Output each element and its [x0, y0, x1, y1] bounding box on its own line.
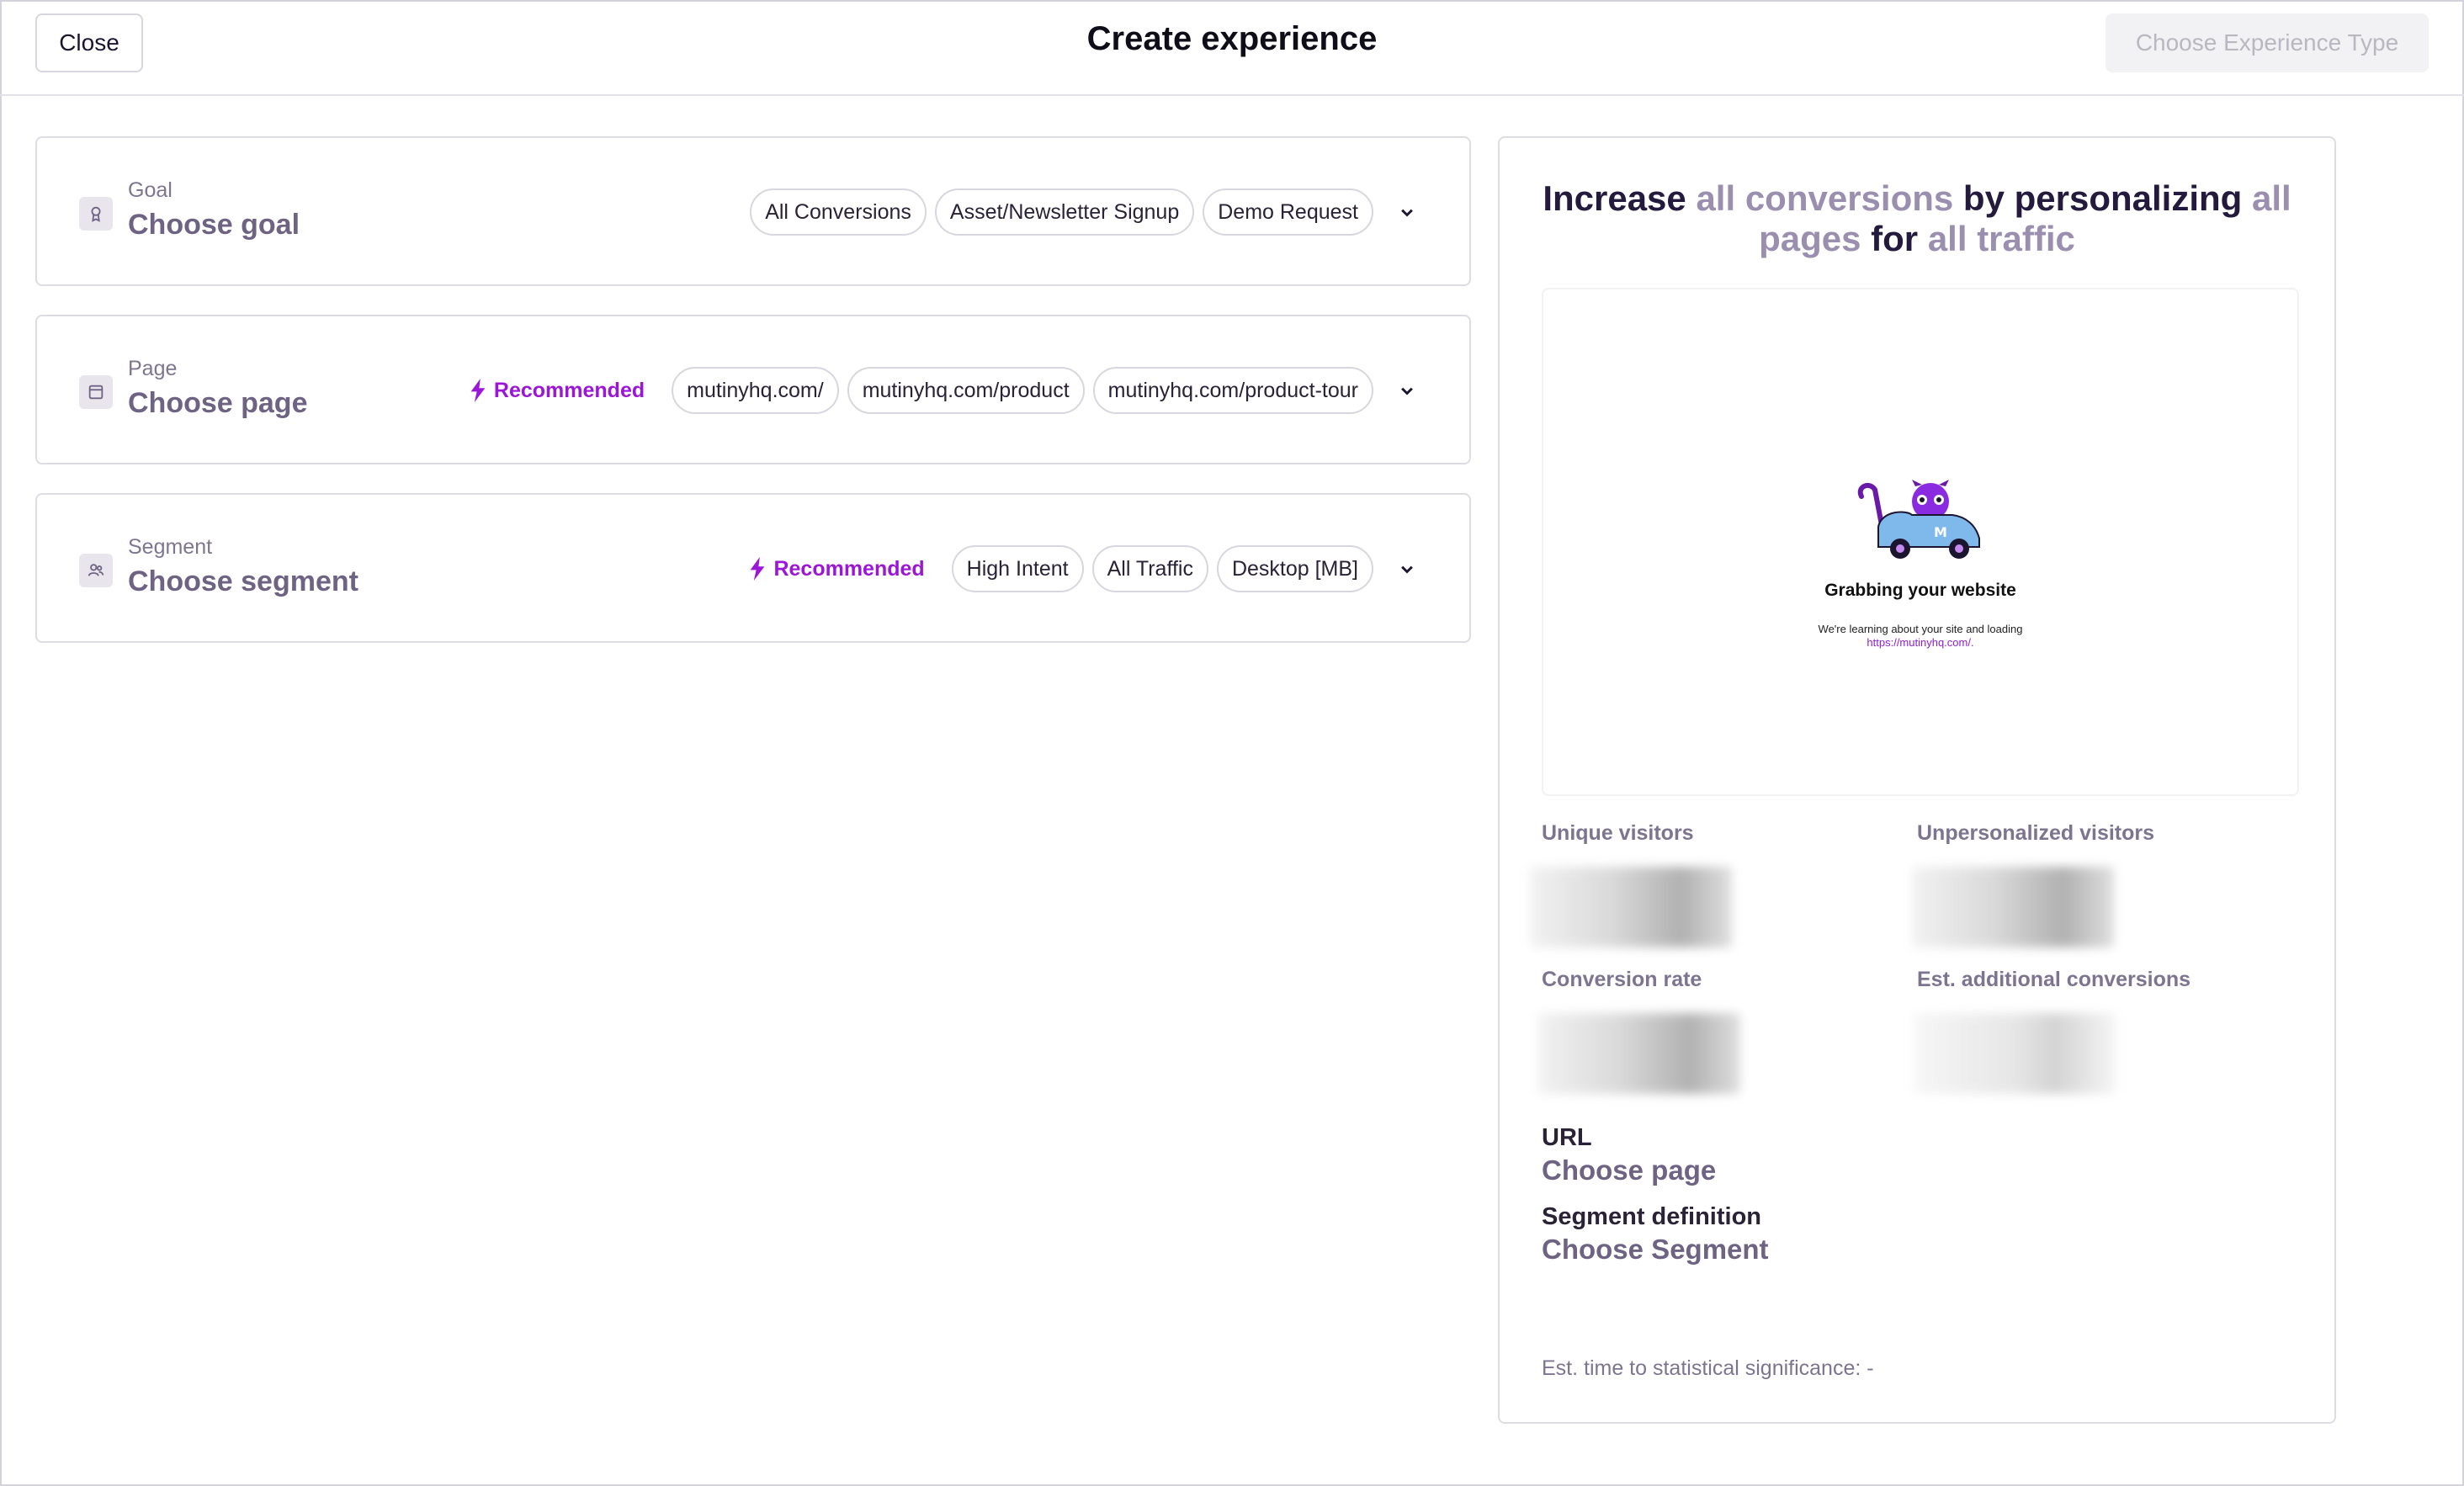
- segment-label: Segment: [128, 535, 213, 559]
- est-additional-conversions-label: Est. additional conversions: [1917, 968, 2191, 991]
- page-chip[interactable]: mutinyhq.com/product: [847, 367, 1085, 414]
- segment-chip[interactable]: High Intent: [951, 545, 1084, 592]
- lightning-icon: [470, 379, 486, 402]
- preview-title: Grabbing your website: [1824, 581, 2016, 600]
- goal-chip[interactable]: All Conversions: [750, 188, 927, 236]
- headline-word: for: [1871, 219, 1919, 258]
- conversion-rate-value-blurred: [1538, 1013, 1740, 1094]
- unpersonalized-visitors-label: Unpersonalized visitors: [1917, 821, 2155, 845]
- headline-word: Increase: [1543, 178, 1686, 218]
- headline-goal: all conversions: [1696, 178, 1954, 218]
- page-value: Choose page: [128, 387, 308, 419]
- summary-headline: Increase all conversions by personalizin…: [1533, 178, 2301, 259]
- page-card[interactable]: Page Choose page Recommended mutinyhq.co…: [35, 315, 1471, 464]
- unique-visitors-label: Unique visitors: [1542, 821, 1694, 845]
- goal-value: Choose goal: [128, 209, 300, 241]
- lightning-icon: [751, 557, 765, 581]
- headline-word: by personalizing: [1962, 178, 2243, 218]
- goal-label: Goal: [128, 178, 173, 202]
- preview-subtitle: We're learning about your site and loadi…: [1818, 623, 2023, 635]
- est-additional-conversions-value-blurred: [1914, 1013, 2116, 1094]
- unique-visitors-value-blurred: [1530, 867, 1732, 947]
- url-label: URL: [1542, 1124, 1592, 1151]
- svg-text:M: M: [1934, 524, 1947, 540]
- chevron-down-icon[interactable]: [1395, 379, 1419, 402]
- page-label: Page: [128, 357, 178, 380]
- page-chip[interactable]: mutinyhq.com/: [672, 367, 839, 414]
- goal-icon: [79, 197, 113, 231]
- page-title: Create experience: [1086, 20, 1378, 57]
- summary-panel: Increase all conversions by personalizin…: [1498, 136, 2336, 1424]
- segment-chip[interactable]: All Traffic: [1091, 545, 1208, 592]
- headline-segment: all traffic: [1927, 219, 2075, 258]
- goal-chip[interactable]: Demo Request: [1203, 188, 1373, 236]
- recommended-badge: Recommended: [750, 556, 925, 581]
- chevron-down-icon[interactable]: [1395, 557, 1419, 581]
- unpersonalized-visitors-value-blurred: [1912, 867, 2114, 947]
- goal-chip-group: All Conversions Asset/Newsletter Signup …: [750, 188, 1373, 236]
- url-value: Choose page: [1542, 1154, 1717, 1186]
- goal-card[interactable]: Goal Choose goal All Conversions Asset/N…: [35, 136, 1471, 286]
- preview-link[interactable]: https://mutinyhq.com/.: [1543, 636, 2297, 649]
- recommended-label: Recommended: [773, 556, 925, 581]
- segment-definition-label: Segment definition: [1542, 1203, 1761, 1230]
- segment-definition-value: Choose Segment: [1542, 1234, 1769, 1265]
- users-icon: [79, 554, 113, 587]
- chevron-down-icon[interactable]: [1395, 200, 1419, 224]
- top-bar: Close Create experience Choose Experienc…: [0, 0, 2464, 96]
- segment-card[interactable]: Segment Choose segment Recommended High …: [35, 493, 1471, 643]
- raccoon-car-illustration: M: [1857, 480, 1980, 559]
- recommended-label: Recommended: [493, 378, 645, 402]
- recommended-badge: Recommended: [470, 379, 645, 403]
- conversion-rate-label: Conversion rate: [1542, 968, 1702, 991]
- page-chip[interactable]: mutinyhq.com/product-tour: [1092, 367, 1373, 414]
- segment-value: Choose segment: [128, 565, 358, 597]
- significance-text: Est. time to statistical significance: -: [1542, 1356, 1874, 1380]
- segment-chip[interactable]: Desktop [MB]: [1216, 545, 1373, 592]
- choose-experience-type-button[interactable]: Choose Experience Type: [2106, 13, 2429, 72]
- website-preview: M Grabbing your website We're learning a…: [1542, 288, 2299, 796]
- goal-chip[interactable]: Asset/Newsletter Signup: [934, 188, 1195, 236]
- page-chip-group: Recommended mutinyhq.com/ mutinyhq.com/p…: [470, 367, 1373, 414]
- page-icon: [79, 375, 113, 409]
- segment-chip-group: Recommended High Intent All Traffic Desk…: [750, 545, 1373, 592]
